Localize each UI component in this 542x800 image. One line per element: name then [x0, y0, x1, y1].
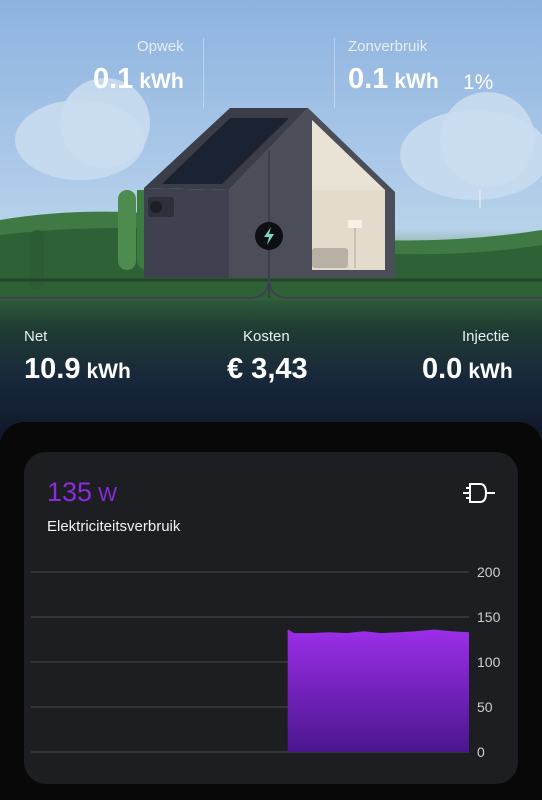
top-divider	[334, 38, 335, 108]
net-unit: kWh	[86, 360, 131, 383]
lightning-bolt-icon[interactable]	[254, 221, 284, 251]
card-title: Elektriciteitsverbruik	[47, 518, 181, 535]
injectie-number: 0.0	[422, 353, 463, 385]
power-value: 135	[47, 477, 93, 507]
opwek-label: Opwek	[137, 38, 184, 55]
y-tick-label: 100	[477, 654, 501, 670]
net-number: 10.9	[24, 353, 81, 385]
opwek-unit: kWh	[139, 70, 184, 93]
y-tick-label: 0	[477, 744, 485, 760]
y-tick-label: 150	[477, 609, 501, 625]
power-unit: W	[98, 484, 117, 506]
net-label: Net	[24, 328, 48, 345]
zonverbruik-percent: 1%	[463, 71, 494, 94]
opwek-number: 0.1	[93, 63, 134, 95]
zonverbruik-value: 0.1 kWh	[348, 63, 439, 96]
opwek-value: 0.1 kWh	[93, 63, 184, 96]
zonverbruik-label: Zonverbruik	[348, 38, 428, 55]
kosten-value: € 3,43	[227, 353, 308, 385]
house-illustration-area: Opwek 0.1 kWh Zonverbruik 0.1 kWh 1% Net 1…	[0, 0, 542, 440]
injectie-label: Injectie	[462, 328, 510, 345]
y-tick-label: 50	[477, 699, 493, 715]
y-tick-label: 200	[477, 564, 501, 580]
zonverbruik-unit: kWh	[394, 70, 439, 93]
kosten-label: Kosten	[243, 328, 290, 345]
top-divider	[203, 38, 204, 108]
plug-icon[interactable]	[462, 480, 496, 506]
injectie-value: 0.0 kWh	[422, 353, 513, 386]
zonverbruik-number: 0.1	[348, 63, 389, 95]
consumption-area	[287, 630, 469, 752]
current-power: 135 W	[47, 477, 117, 508]
net-value: 10.9 kWh	[24, 353, 131, 386]
injectie-unit: kWh	[468, 360, 513, 383]
consumption-chart[interactable]: 200 150 100 50 0	[24, 552, 518, 772]
